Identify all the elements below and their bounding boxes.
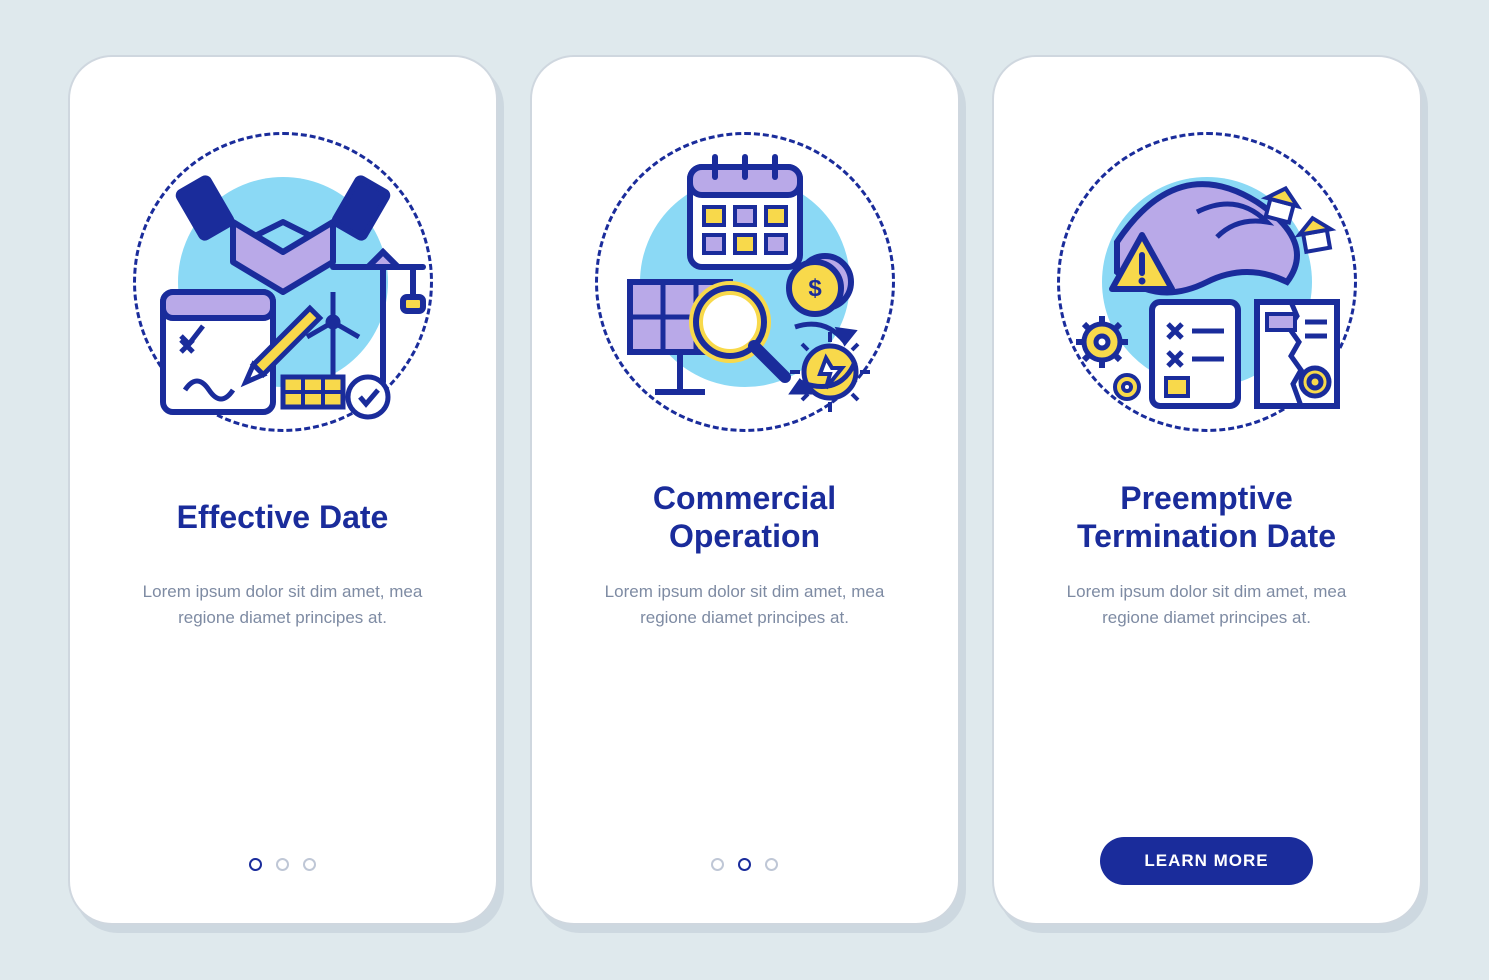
handshake-contract-icon xyxy=(133,132,433,432)
learn-more-button[interactable]: LEARN MORE xyxy=(1100,837,1312,885)
illustration-commercial-operation: $ xyxy=(590,127,900,437)
calendar-energy-icon: $ xyxy=(595,132,895,432)
illustration-termination xyxy=(1052,127,1362,437)
illustration-effective-date xyxy=(128,127,438,437)
screen-title: Preemptive Termination Date xyxy=(1038,477,1376,557)
pager-dot-1[interactable] xyxy=(711,858,724,871)
onboarding-screen-1: Effective Date Lorem ipsum dolor sit dim… xyxy=(68,55,498,925)
screen-title: Effective Date xyxy=(177,477,389,557)
pager-dot-3[interactable] xyxy=(303,858,316,871)
pager-dots xyxy=(711,858,778,871)
screen-body: Lorem ipsum dolor sit dim amet, mea regi… xyxy=(1042,579,1372,632)
screen-body: Lorem ipsum dolor sit dim amet, mea regi… xyxy=(580,579,910,632)
onboarding-screen-3: Preemptive Termination Date Lorem ipsum … xyxy=(992,55,1422,925)
pager-dots xyxy=(249,858,316,871)
svg-text:$: $ xyxy=(808,275,822,302)
wave-warning-docs-icon xyxy=(1057,132,1357,432)
pager-dot-2[interactable] xyxy=(276,858,289,871)
pager-dot-3[interactable] xyxy=(765,858,778,871)
onboarding-screen-2: $ xyxy=(530,55,960,925)
screen-body: Lorem ipsum dolor sit dim amet, mea regi… xyxy=(118,579,448,632)
pager-dot-2[interactable] xyxy=(738,858,751,871)
pager-dot-1[interactable] xyxy=(249,858,262,871)
screen-title: Commercial Operation xyxy=(576,477,914,557)
